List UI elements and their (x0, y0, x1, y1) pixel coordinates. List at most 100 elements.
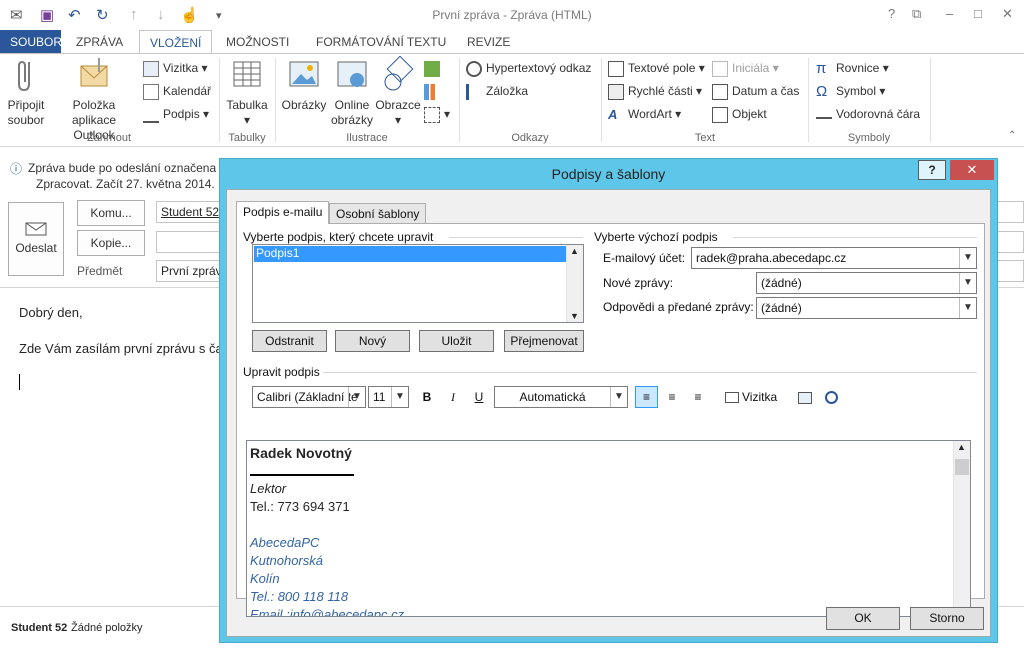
scroll-down-icon[interactable]: ▼ (570, 311, 579, 321)
new-messages-select[interactable]: (žádné) ▼ (756, 272, 977, 294)
online-picture-icon (337, 61, 367, 87)
underline-button[interactable]: U (469, 387, 489, 407)
obrazce-button[interactable]: Obrazce ▾ (374, 56, 422, 128)
close-icon: ✕ (966, 162, 978, 177)
online-obrazky-button[interactable]: Online obrázky (330, 56, 374, 128)
attach-label-1: Připojit (7, 98, 45, 112)
smartart-icon (424, 60, 440, 77)
send-button[interactable]: Odeslat (8, 202, 64, 276)
font-color-select[interactable]: Automatická ▼ (494, 386, 628, 408)
link-icon (466, 60, 482, 77)
vodorovna-cara-button[interactable]: Vodorovná čára (816, 104, 920, 124)
wordart-icon: A (608, 106, 618, 122)
align-left-icon: ≡ (642, 390, 650, 404)
collapse-ribbon-icon[interactable]: ⌃ (1008, 130, 1016, 141)
obrazky-label: Obrázky (281, 98, 327, 112)
send-icon (25, 222, 47, 236)
font-size-select[interactable]: 11 ▼ (368, 386, 409, 408)
rychle-casti-button[interactable]: Rychlé části ▾ (608, 81, 702, 101)
divider (323, 372, 977, 373)
outlook-item-icon (80, 58, 108, 87)
chart-icon (424, 83, 440, 100)
editor-scrollbar[interactable]: ▲ ▼ (953, 441, 970, 616)
align-center-button[interactable]: ≡ (661, 387, 683, 407)
ribbon: Připojit soubor Položka aplikace Outlook… (0, 53, 1024, 147)
tab-soubor[interactable]: SOUBOR (0, 30, 62, 54)
to-button[interactable]: Komu... (77, 200, 145, 226)
close-icon[interactable]: ✕ (1002, 6, 1013, 22)
outlook-item-button[interactable]: Položka aplikace Outlook (50, 56, 138, 143)
group-ilustrace-label: Ilustrace (346, 132, 388, 144)
bold-button[interactable]: B (417, 387, 437, 407)
tab-podpis-emailu[interactable]: Podpis e-mailu (236, 201, 330, 224)
vizitka-button[interactable]: Vizitka ▾ (143, 58, 208, 78)
cancel-button[interactable]: Storno (910, 607, 984, 630)
signature-list-item[interactable]: Podpis1 (254, 246, 567, 262)
minimize-icon[interactable]: – (946, 6, 953, 21)
objekt-button[interactable]: Objekt (712, 104, 767, 124)
insert-business-card-button[interactable]: Vizitka (725, 387, 781, 407)
ok-button[interactable]: OK (826, 607, 900, 630)
obrazky-button[interactable]: Obrázky (280, 56, 328, 113)
drop-cap-icon (712, 60, 728, 77)
scroll-up-icon[interactable]: ▲ (570, 246, 579, 256)
rovnice-button[interactable]: π Rovnice ▾ (816, 58, 889, 78)
zalozka-label: Záložka (486, 84, 529, 98)
podpis-button[interactable]: Podpis ▾ (143, 104, 209, 124)
help-icon[interactable]: ? (888, 6, 895, 21)
tab-zprava[interactable]: ZPRÁVA (66, 30, 133, 54)
group-separator (930, 58, 931, 142)
body-greeting: Dobrý den, (19, 305, 83, 320)
dialog-title: Podpisy a šablony (551, 166, 666, 182)
tabulka-button[interactable]: Tabulka ▾ (223, 56, 271, 128)
ribbon-tabs: SOUBOR ZPRÁVA VLOŽENÍ MOŽNOSTI FORMÁTOVÁ… (0, 30, 1024, 55)
status-user[interactable]: Student 52 (11, 622, 67, 634)
screenshot-button[interactable]: ▾ (424, 104, 450, 124)
symbol-button[interactable]: Ω Symbol ▾ (816, 81, 885, 101)
hypertext-button[interactable]: Hypertextový odkaz (466, 58, 591, 78)
tab-vlozeni[interactable]: VLOŽENÍ (139, 30, 213, 55)
email-account-select[interactable]: radek@praha.abecedapc.cz ▼ (691, 247, 977, 269)
tab-osobni-sablony[interactable]: Osobní šablony (329, 203, 427, 224)
smartart-button[interactable] (424, 58, 444, 78)
align-left-button[interactable]: ≡ (635, 386, 658, 408)
delete-signature-button[interactable]: Odstranit (252, 330, 327, 352)
replies-select[interactable]: (žádné) ▼ (756, 297, 977, 319)
new-messages-value: (žádné) (761, 276, 802, 290)
save-signature-button[interactable]: Uložit (419, 330, 494, 352)
attach-file-button[interactable]: Připojit soubor (4, 56, 48, 128)
scroll-up-icon[interactable]: ▲ (957, 442, 966, 452)
dialog-close-button[interactable]: ✕ (950, 160, 994, 180)
zalozka-button[interactable]: Záložka (466, 81, 528, 101)
symbol-label: Symbol (836, 84, 877, 98)
new-signature-button[interactable]: Nový (335, 330, 410, 352)
inicala-button: Iniciála ▾ (712, 58, 779, 78)
tab-moznosti[interactable]: MOŽNOSTI (216, 30, 299, 54)
tab-revize[interactable]: REVIZE (457, 30, 520, 54)
textove-pole-button[interactable]: Textové pole ▾ (608, 58, 705, 78)
scroll-thumb[interactable] (955, 459, 969, 475)
dialog-help-button[interactable]: ? (918, 160, 946, 180)
picture-icon (289, 61, 319, 87)
insert-link-button[interactable] (821, 387, 841, 407)
font-name-select[interactable]: Calibri (Základní te ▼ (252, 386, 366, 408)
italic-button[interactable]: I (443, 387, 463, 407)
quick-parts-icon (608, 83, 624, 100)
align-right-button[interactable]: ≡ (687, 387, 709, 407)
signature-list[interactable]: Podpis1 ▲ ▼ (252, 244, 584, 323)
tab-formatovani-textu[interactable]: FORMÁTOVÁNÍ TEXTU (306, 30, 456, 54)
to-value: Student 52; (161, 205, 223, 219)
maximize-icon[interactable]: □ (974, 6, 982, 21)
insert-picture-button[interactable] (795, 387, 815, 407)
wordart-button[interactable]: A WordArt ▾ (608, 104, 681, 124)
list-scrollbar[interactable]: ▲ ▼ (566, 245, 583, 322)
obrazce-label: Obrazce (375, 98, 421, 112)
signature-editor[interactable]: Radek Novotný Lektor Tel.: 773 694 371 A… (246, 440, 971, 617)
cc-button[interactable]: Kopie... (77, 230, 145, 256)
datum-cas-button[interactable]: Datum a čas (712, 81, 799, 101)
kalendar-button[interactable]: Kalendář (143, 81, 211, 101)
new-messages-label: Nové zprávy: (603, 276, 674, 290)
chart-button[interactable] (424, 81, 444, 101)
ribbon-display-icon[interactable]: ⧉ (912, 6, 921, 22)
rename-signature-button[interactable]: Přejmenovat (504, 330, 584, 352)
